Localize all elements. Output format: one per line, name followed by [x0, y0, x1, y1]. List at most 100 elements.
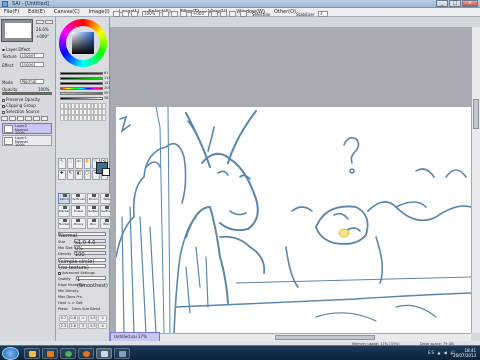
- explorer-taskbar-icon[interactable]: [24, 348, 40, 359]
- zoom-reset-icon[interactable]: [180, 11, 187, 17]
- layer-item[interactable]: Layer2 Normal 100%: [2, 123, 52, 135]
- drawing-canvas[interactable]: [116, 107, 471, 333]
- canvas-area[interactable]: [110, 27, 471, 333]
- value-slider[interactable]: [60, 97, 103, 100]
- bucket-tool-button[interactable]: Bucket: [58, 217, 71, 229]
- new-linework-icon[interactable]: [9, 116, 16, 121]
- pen-tool-icon[interactable]: ✎: [66, 169, 74, 180]
- rotate-reset-icon[interactable]: [229, 11, 236, 17]
- move-tool-icon[interactable]: ↖: [58, 158, 66, 169]
- rect-select-icon[interactable]: ▭: [75, 158, 83, 169]
- opacity-slider[interactable]: [2, 92, 52, 95]
- binary-tool-button[interactable]: Binary: [71, 217, 87, 229]
- size-slider[interactable]: x1.0 4.0: [74, 239, 106, 246]
- saturation-slider[interactable]: [60, 92, 103, 95]
- size-preset[interactable]: 0.8: [68, 315, 78, 322]
- size-preset[interactable]: 2.6: [68, 322, 78, 329]
- blur-tool-button[interactable]: Blur: [87, 217, 100, 229]
- hand-tool-icon[interactable]: ✋: [83, 158, 91, 169]
- selection-source-checkbox[interactable]: Selection Source: [2, 109, 39, 114]
- system-tray[interactable]: ES ▲ ◀ 🔊: [428, 350, 456, 355]
- clear-layer-icon[interactable]: [33, 116, 40, 121]
- size-preset[interactable]: 2.3: [59, 322, 68, 329]
- saturation-value-square[interactable]: [72, 32, 94, 54]
- merge-down-icon[interactable]: [25, 116, 32, 121]
- maximize-button[interactable]: □: [449, 0, 461, 7]
- press-options[interactable]: Dens Size Blend: [72, 307, 100, 311]
- size-preset[interactable]: 2: [98, 315, 107, 322]
- zoom-out-icon[interactable]: [162, 11, 169, 17]
- rotate-left-icon[interactable]: [211, 11, 218, 17]
- stabilizer-select[interactable]: 3: [318, 11, 328, 17]
- size-preset[interactable]: 0.7: [59, 315, 68, 322]
- airbrush-tool-button[interactable]: AirBrush: [71, 193, 87, 205]
- nav-zoom-in-button[interactable]: [45, 20, 53, 24]
- marker-tool-button[interactable]: Marker: [58, 205, 71, 217]
- size-preset[interactable]: 1.5: [88, 315, 98, 322]
- navigator-preview[interactable]: [1, 19, 33, 42]
- eyedropper-icon[interactable]: ◧: [75, 169, 83, 180]
- blend-mode-select[interactable]: Normal: [20, 79, 44, 84]
- new-folder-icon[interactable]: [17, 116, 24, 121]
- vertical-scrollbar[interactable]: [471, 27, 480, 333]
- scroll-thumb[interactable]: [275, 335, 375, 340]
- nav-zoom-out-button[interactable]: [36, 20, 44, 24]
- new-layer-icon[interactable]: [1, 116, 8, 121]
- menu-other[interactable]: Other(O): [274, 9, 296, 15]
- brush-tool-button[interactable]: Brush: [87, 193, 100, 205]
- magic-wand-icon[interactable]: ▢: [83, 169, 91, 180]
- flip-horizontal-icon[interactable]: [240, 11, 247, 17]
- size-preset[interactable]: 1: [78, 315, 88, 322]
- sai-taskbar-icon[interactable]: [96, 348, 112, 359]
- advanced-settings-checkbox[interactable]: Advanced Settings: [58, 271, 95, 275]
- preserve-opacity-checkbox[interactable]: Preserve Opacity: [2, 97, 40, 102]
- zoom-in-icon[interactable]: [171, 11, 178, 17]
- layer-item[interactable]: Layer1 Normal 100%: [2, 135, 52, 147]
- swatch-grid[interactable]: [60, 103, 106, 121]
- horizontal-scrollbar[interactable]: [110, 333, 471, 341]
- media-player-taskbar-icon[interactable]: [42, 348, 58, 359]
- chrome-taskbar-icon[interactable]: [60, 348, 76, 359]
- firefox-taskbar-icon[interactable]: [78, 348, 94, 359]
- red-slider[interactable]: [60, 72, 103, 75]
- angle-select[interactable]: +000°: [191, 11, 209, 17]
- clock[interactable]: 18:41 26/07/2013: [453, 348, 476, 358]
- size-preset[interactable]: 3.5: [88, 322, 98, 329]
- show-selection-icon[interactable]: [131, 11, 138, 17]
- pencil-tool-button[interactable]: Pencil: [58, 193, 71, 205]
- effect-select[interactable]: (none): [20, 62, 44, 67]
- scroll-thumb[interactable]: [473, 99, 479, 129]
- brush-shape-select[interactable]: (simple circle): [58, 258, 106, 265]
- lasso-tool-icon[interactable]: ◌: [66, 158, 74, 169]
- secondary-color-swatch[interactable]: [102, 168, 110, 176]
- blue-slider[interactable]: [60, 82, 103, 85]
- selpen-tool-button[interactable]: SelPen: [87, 205, 100, 217]
- menu-edit[interactable]: Edit(E): [28, 9, 45, 15]
- green-slider[interactable]: [60, 77, 103, 80]
- close-button[interactable]: ×: [462, 0, 478, 7]
- brush-texture-select[interactable]: (no texture): [58, 264, 106, 271]
- color-wheel[interactable]: [59, 19, 107, 67]
- size-preset[interactable]: 4: [98, 322, 107, 329]
- texture-select[interactable]: (none): [20, 53, 44, 58]
- minimize-button[interactable]: _: [436, 0, 448, 7]
- density-slider[interactable]: 100: [74, 251, 106, 258]
- move-layer-icon[interactable]: ✚: [58, 169, 66, 180]
- menu-file[interactable]: File(F): [4, 9, 19, 15]
- invert-selection-icon[interactable]: [122, 11, 129, 17]
- quality-select[interactable]: 1 (Smoothest): [76, 276, 108, 289]
- zoom-select[interactable]: 100%: [142, 11, 160, 17]
- eraser-tool-button[interactable]: Eraser: [71, 205, 87, 217]
- delete-layer-icon[interactable]: [41, 116, 48, 121]
- generic-taskbar-icon[interactable]: [114, 348, 130, 359]
- clipping-group-checkbox[interactable]: Clipping Group: [2, 103, 36, 108]
- min-size-slider[interactable]: 0%: [74, 245, 106, 252]
- size-preset[interactable]: 3: [78, 322, 88, 329]
- start-button[interactable]: [2, 347, 19, 360]
- menu-canvas[interactable]: Canvas(C): [54, 9, 80, 15]
- deselect-icon[interactable]: [113, 11, 120, 17]
- brush-mode-select[interactable]: Normal: [58, 232, 106, 239]
- rotate-right-icon[interactable]: [220, 11, 227, 17]
- menu-image[interactable]: Image(I): [89, 9, 110, 15]
- hue-slider[interactable]: [60, 87, 103, 90]
